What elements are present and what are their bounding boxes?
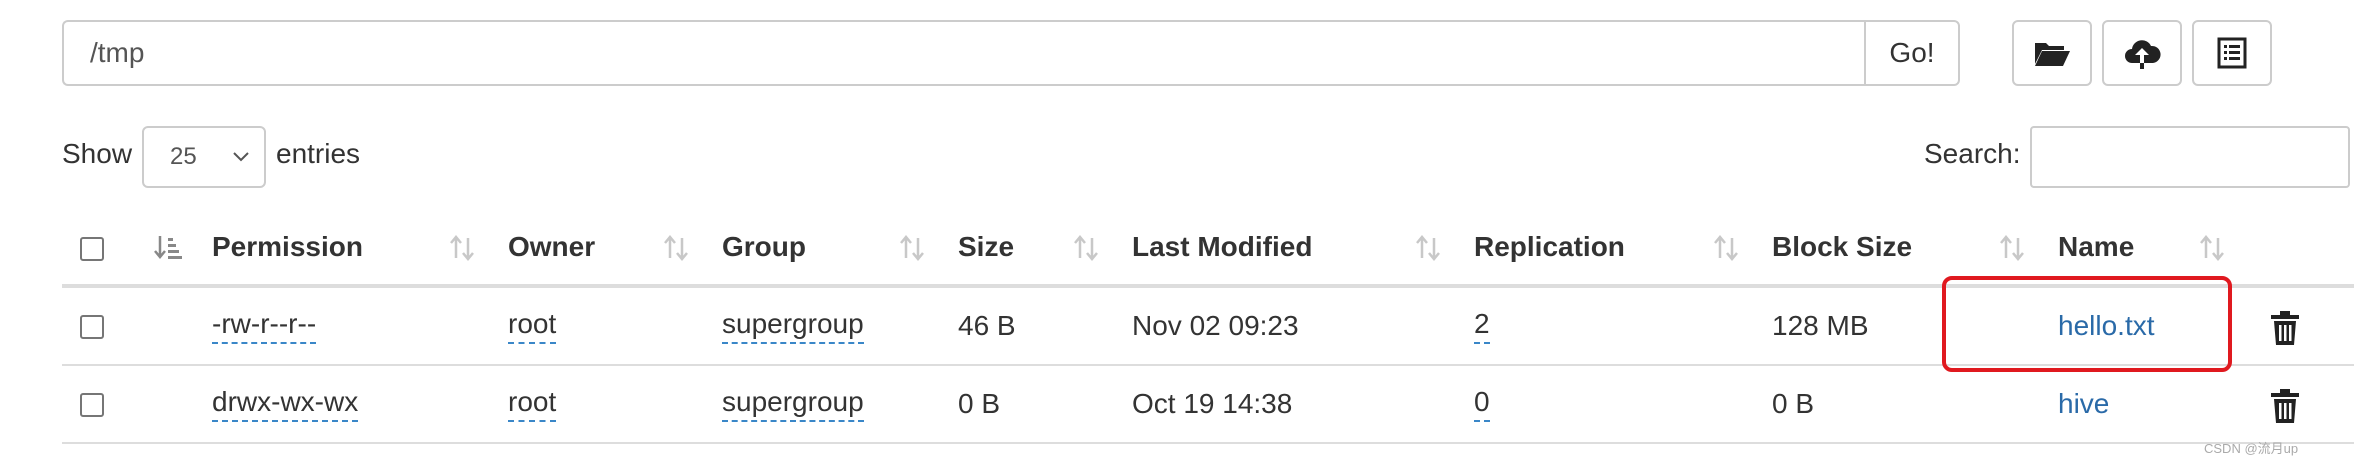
row-checkbox[interactable] (80, 393, 104, 417)
search-input[interactable] (2030, 126, 2350, 188)
trash-icon[interactable] (2268, 388, 2302, 424)
entries-label: entries (276, 138, 361, 169)
search-label: Search: (1924, 138, 2021, 169)
header-group[interactable]: Group (722, 210, 806, 284)
block-size-cell: 0 B (1772, 388, 1815, 419)
entries-select[interactable]: 25 (142, 126, 266, 188)
path-input[interactable]: /tmp (62, 20, 1866, 86)
block-size-cell: 128 MB (1772, 310, 1869, 341)
folder-open-icon (2035, 43, 2070, 66)
header-owner[interactable]: Owner (508, 210, 595, 284)
last-modified-cell: Oct 19 14:38 (1132, 388, 1293, 419)
entries-selected-value: 25 (170, 143, 197, 170)
header-replication[interactable]: Replication (1474, 210, 1625, 284)
sort-both-icon[interactable] (1070, 232, 1102, 264)
header-last-modified[interactable]: Last Modified (1132, 210, 1312, 284)
select-all-checkbox[interactable] (80, 237, 104, 261)
highlight-box (1942, 276, 2232, 372)
header-name[interactable]: Name (2058, 210, 2134, 284)
trash-icon[interactable] (2268, 310, 2302, 346)
table-row: drwx-wx-wx root supergroup 0 B Oct 19 14… (62, 366, 2354, 444)
sort-both-icon[interactable] (896, 232, 928, 264)
upload-button[interactable] (2102, 20, 2182, 86)
owner-cell[interactable]: root (508, 288, 557, 364)
replication-cell[interactable]: 2 (1474, 288, 1490, 364)
file-name-link[interactable]: hive (2058, 366, 2109, 442)
go-button[interactable]: Go! (1864, 20, 1960, 86)
permission-cell[interactable]: drwx-wx-wx (212, 366, 359, 442)
sort-both-icon[interactable] (660, 232, 692, 264)
size-cell: 46 B (958, 310, 1016, 341)
size-cell: 0 B (958, 388, 1001, 419)
sort-desc-icon[interactable] (152, 232, 184, 264)
sort-both-icon[interactable] (1710, 232, 1742, 264)
chevron-down-icon (233, 152, 249, 162)
show-label: Show (62, 138, 133, 169)
row-checkbox[interactable] (80, 315, 104, 339)
permission-cell[interactable]: -rw-r--r-- (212, 288, 317, 364)
upload-cloud-icon (2125, 40, 2161, 69)
sort-both-icon[interactable] (446, 232, 478, 264)
cut-paste-button[interactable] (2192, 20, 2272, 86)
header-size[interactable]: Size (958, 210, 1014, 284)
group-cell[interactable]: supergroup (722, 288, 864, 364)
owner-cell[interactable]: root (508, 366, 557, 442)
watermark: CSDN @流月up (2204, 441, 2299, 456)
list-icon (2217, 37, 2247, 69)
sort-both-icon[interactable] (1996, 232, 2028, 264)
sort-both-icon[interactable] (1412, 232, 1444, 264)
header-permission[interactable]: Permission (212, 210, 363, 284)
last-modified-cell: Nov 02 09:23 (1132, 310, 1299, 341)
replication-cell[interactable]: 0 (1474, 366, 1490, 442)
group-cell[interactable]: supergroup (722, 366, 864, 442)
header-block-size[interactable]: Block Size (1772, 210, 1912, 284)
sort-both-icon[interactable] (2196, 232, 2228, 264)
create-directory-button[interactable] (2012, 20, 2092, 86)
